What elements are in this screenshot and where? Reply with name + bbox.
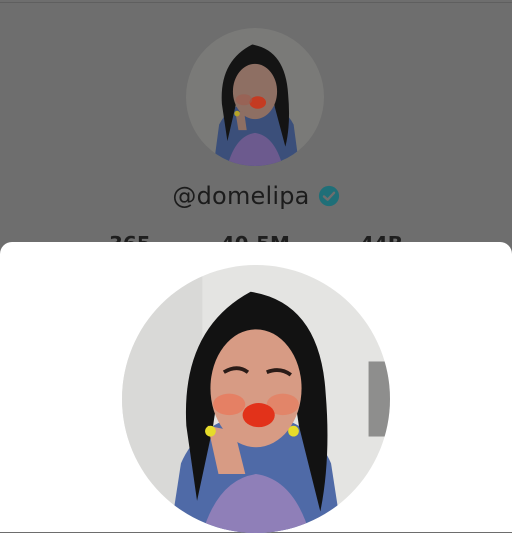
avatar-preview-large bbox=[122, 265, 390, 533]
avatar-photo-large bbox=[122, 265, 390, 533]
top-divider bbox=[0, 2, 512, 3]
profile-avatar[interactable] bbox=[186, 28, 324, 166]
username-row: @domelipa bbox=[0, 176, 512, 216]
verified-check-icon bbox=[318, 185, 339, 207]
username: @domelipa bbox=[172, 182, 310, 210]
avatar-photo bbox=[186, 28, 324, 166]
